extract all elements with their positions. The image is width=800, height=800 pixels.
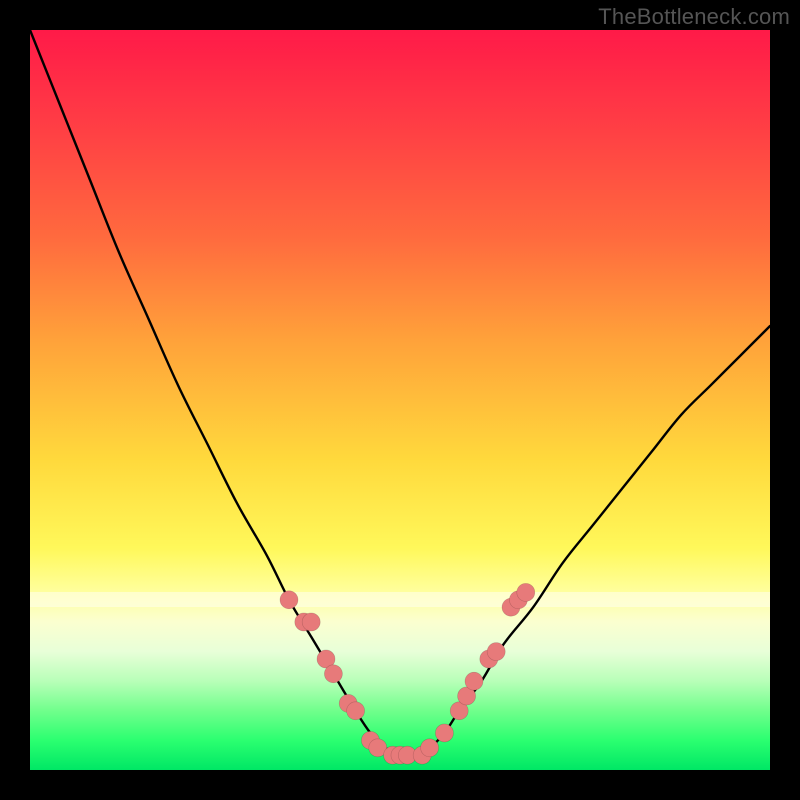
curve-marker xyxy=(435,724,453,742)
plot-area xyxy=(30,30,770,770)
watermark-text: TheBottleneck.com xyxy=(598,4,790,30)
curve-marker xyxy=(280,591,298,609)
curve-marker xyxy=(421,739,439,757)
markers-layer xyxy=(30,30,770,770)
curve-marker xyxy=(302,613,320,631)
curve-marker xyxy=(487,643,505,661)
curve-marker xyxy=(517,583,535,601)
curve-marker xyxy=(347,702,365,720)
curve-marker xyxy=(324,665,342,683)
chart-stage: TheBottleneck.com xyxy=(0,0,800,800)
curve-marker xyxy=(465,672,483,690)
markers-group xyxy=(280,583,535,764)
